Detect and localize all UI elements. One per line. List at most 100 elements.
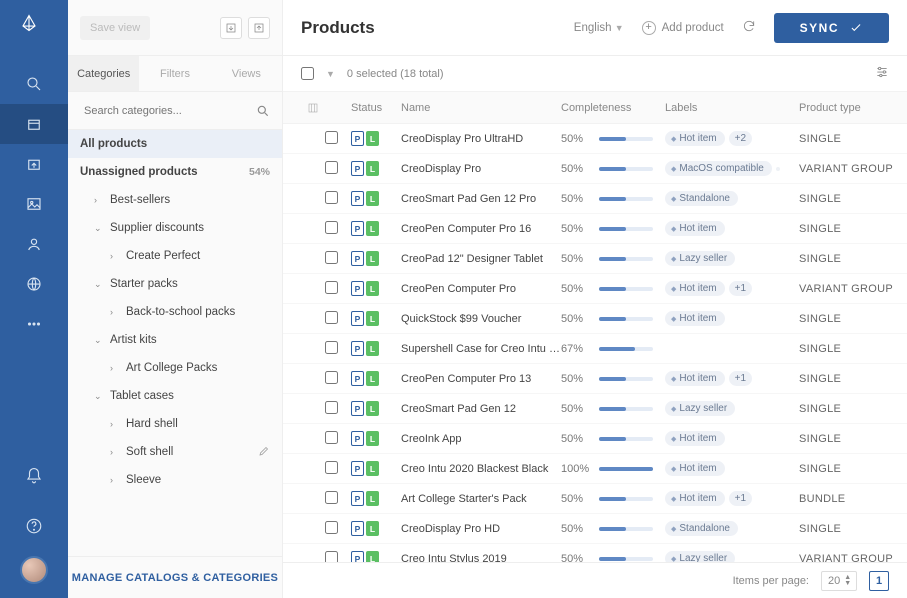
upload-icon[interactable] — [0, 144, 68, 184]
per-page-stepper[interactable]: 20▲▼ — [821, 571, 857, 591]
more-icon[interactable] — [0, 304, 68, 344]
tree-node[interactable]: ⌄Supplier discounts — [68, 214, 282, 242]
table-row[interactable]: PLSupershell Case for Creo Intu 20:67%SI… — [283, 334, 907, 364]
tree-node[interactable]: ⌄Artist kits — [68, 326, 282, 354]
row-checkbox[interactable] — [325, 311, 338, 324]
row-checkbox[interactable] — [325, 221, 338, 234]
label-tag[interactable]: Hot item — [665, 371, 725, 386]
tree-node-label: Artist kits — [110, 334, 157, 346]
table-row[interactable]: PLArt College Starter's Pack50%Hot item+… — [283, 484, 907, 514]
sidebar-tab-filters[interactable]: Filters — [139, 56, 210, 91]
label-tag[interactable]: Standalone — [665, 191, 738, 206]
row-checkbox[interactable] — [325, 491, 338, 504]
category-search[interactable] — [68, 92, 282, 130]
tree-node[interactable]: ›Sleeve — [68, 466, 282, 494]
image-icon[interactable] — [0, 184, 68, 224]
table-row[interactable]: PLCreoDisplay Pro HD50%StandaloneSINGLE — [283, 514, 907, 544]
sidebar-tab-views[interactable]: Views — [211, 56, 282, 91]
user-icon[interactable] — [0, 224, 68, 264]
row-checkbox[interactable] — [325, 341, 338, 354]
row-checkbox[interactable] — [325, 521, 338, 534]
label-tag[interactable]: Standalone — [665, 521, 738, 536]
tree-node[interactable]: ›Soft shell — [68, 438, 282, 466]
label-tag[interactable]: Hot item — [665, 431, 725, 446]
col-status[interactable]: Status — [351, 102, 401, 114]
row-checkbox[interactable] — [325, 431, 338, 444]
label-more[interactable]: +1 — [729, 491, 752, 506]
columns-button[interactable] — [301, 102, 325, 114]
row-checkbox[interactable] — [325, 161, 338, 174]
table-row[interactable]: PLQuickStock $99 Voucher50%Hot itemSINGL… — [283, 304, 907, 334]
col-name[interactable]: Name — [401, 102, 561, 114]
table-row[interactable]: PLCreoSmart Pad Gen 1250%Lazy sellerSING… — [283, 394, 907, 424]
row-checkbox[interactable] — [325, 281, 338, 294]
import-button[interactable] — [220, 17, 242, 39]
select-all-checkbox[interactable] — [301, 67, 314, 80]
row-checkbox[interactable] — [325, 401, 338, 414]
tree-node[interactable]: ›Art College Packs — [68, 354, 282, 382]
tree-node-label: Tablet cases — [110, 390, 174, 402]
tree-node[interactable]: ⌄Tablet cases — [68, 382, 282, 410]
row-checkbox[interactable] — [325, 251, 338, 264]
label-more[interactable]: +2 — [729, 131, 752, 146]
row-checkbox[interactable] — [325, 551, 338, 563]
label-tag[interactable]: Hot item — [665, 281, 725, 296]
table-row[interactable]: PLCreo Intu Stylus 201950%Lazy sellerVAR… — [283, 544, 907, 562]
page-number[interactable]: 1 — [869, 571, 889, 591]
tree-node[interactable]: Unassigned products54% — [68, 158, 282, 186]
tree-node[interactable]: ›Back-to-school packs — [68, 298, 282, 326]
table-row[interactable]: PLCreoPen Computer Pro 1650%Hot itemSING… — [283, 214, 907, 244]
table-row[interactable]: PLCreoInk App50%Hot itemSINGLE — [283, 424, 907, 454]
manage-catalogs-link[interactable]: MANAGE CATALOGS & CATEGORIES — [72, 572, 278, 584]
label-tag[interactable]: MacOS compatible — [665, 161, 772, 176]
col-labels[interactable]: Labels — [665, 102, 799, 114]
label-more[interactable]: +1 — [729, 371, 752, 386]
label-more[interactable]: +1 — [729, 281, 752, 296]
notifications-icon[interactable] — [0, 456, 68, 496]
tree-node[interactable]: ›Hard shell — [68, 410, 282, 438]
refresh-button[interactable] — [742, 19, 756, 36]
globe-icon[interactable] — [0, 264, 68, 304]
row-checkbox[interactable] — [325, 131, 338, 144]
product-name: CreoSmart Pad Gen 12 Pro — [401, 193, 561, 205]
table-row[interactable]: PLCreoSmart Pad Gen 12 Pro50%StandaloneS… — [283, 184, 907, 214]
table-row[interactable]: PLCreo Intu 2020 Blackest Black100%Hot i… — [283, 454, 907, 484]
add-product-button[interactable]: +Add product — [642, 21, 724, 35]
label-tag[interactable]: Hot item — [665, 491, 725, 506]
label-tag[interactable]: Hot item — [665, 131, 725, 146]
user-avatar[interactable] — [20, 556, 48, 584]
search-icon[interactable] — [0, 64, 68, 104]
label-tag[interactable]: Hot item — [665, 311, 725, 326]
export-button[interactable] — [248, 17, 270, 39]
col-completeness[interactable]: Completeness — [561, 102, 665, 114]
tree-node[interactable]: ›Create Perfect — [68, 242, 282, 270]
table-row[interactable]: PLCreoPen Computer Pro 1350%Hot item+1SI… — [283, 364, 907, 394]
row-checkbox[interactable] — [325, 191, 338, 204]
row-checkbox[interactable] — [325, 371, 338, 384]
sync-button[interactable]: SYNC — [774, 13, 889, 43]
tree-node[interactable]: All products — [68, 130, 282, 158]
sidebar-tab-categories[interactable]: Categories — [68, 56, 139, 91]
category-search-input[interactable] — [80, 101, 256, 121]
col-type[interactable]: Product type — [799, 102, 899, 114]
label-tag[interactable]: Lazy seller — [665, 401, 735, 416]
help-icon[interactable] — [0, 506, 68, 546]
table-row[interactable]: PLCreoDisplay Pro UltraHD50%Hot item+2SI… — [283, 124, 907, 154]
table-row[interactable]: PLCreoPen Computer Pro50%Hot item+1VARIA… — [283, 274, 907, 304]
language-selector[interactable]: English ▼ — [574, 22, 624, 34]
table-row[interactable]: PLCreoPad 12" Designer Tablet50%Lazy sel… — [283, 244, 907, 274]
row-checkbox[interactable] — [325, 461, 338, 474]
product-type: BUNDLE — [799, 493, 899, 505]
label-tag[interactable]: Hot item — [665, 461, 725, 476]
label-more[interactable] — [776, 167, 780, 171]
label-tag[interactable]: Lazy seller — [665, 251, 735, 266]
tree-node[interactable]: ›Best-sellers — [68, 186, 282, 214]
edit-icon[interactable] — [258, 445, 270, 460]
select-all-dropdown[interactable]: ▼ — [326, 69, 335, 79]
box-icon[interactable] — [0, 104, 68, 144]
label-tag[interactable]: Lazy seller — [665, 551, 735, 562]
label-tag[interactable]: Hot item — [665, 221, 725, 236]
tree-node[interactable]: ⌄Starter packs — [68, 270, 282, 298]
table-row[interactable]: PLCreoDisplay Pro50%MacOS compatibleVARI… — [283, 154, 907, 184]
table-settings-button[interactable] — [875, 65, 889, 82]
